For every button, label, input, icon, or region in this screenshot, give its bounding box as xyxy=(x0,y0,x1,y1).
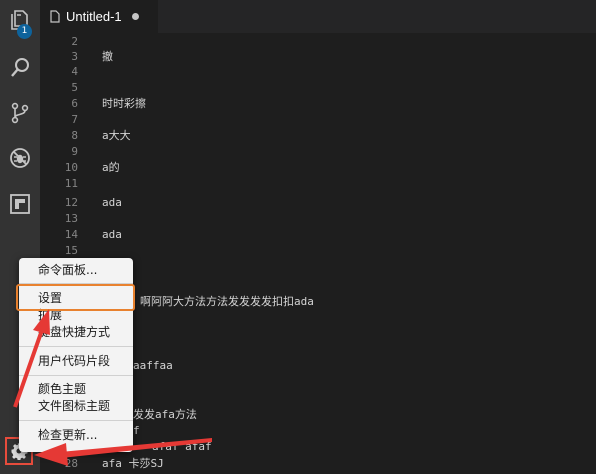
source-control-button[interactable] xyxy=(0,93,40,133)
explorer-button[interactable]: 1 xyxy=(0,0,40,40)
line-number: 11 xyxy=(64,177,78,190)
editor-line: 28 afa 卡莎SJ xyxy=(40,455,596,473)
debug-button[interactable] xyxy=(0,138,40,178)
menu-item-command-palette[interactable]: 命令面板... xyxy=(38,262,97,278)
menu-item-color-theme[interactable]: 颜色主题 xyxy=(38,381,86,397)
tab-title: Untitled-1 xyxy=(66,9,122,24)
extensions-icon xyxy=(10,194,30,214)
file-icon xyxy=(50,10,60,23)
menu-item-check-updates[interactable]: 检查更新... xyxy=(38,427,97,443)
menu-item-file-icon-theme[interactable]: 文件图标主题 xyxy=(38,398,110,414)
unsaved-dot-icon[interactable] xyxy=(131,13,139,20)
menu-item-user-snippets[interactable]: 用户代码片段 xyxy=(38,353,110,369)
search-button[interactable] xyxy=(0,48,40,88)
line-text: afaf afaf xyxy=(152,440,212,453)
debug-icon xyxy=(10,148,30,168)
menu-separator xyxy=(19,375,133,376)
tab-bar: Untitled-1 xyxy=(40,0,596,33)
settings-highlight-box xyxy=(16,284,135,311)
search-icon xyxy=(11,58,29,77)
editor-line: 11 xyxy=(40,175,596,193)
menu-separator xyxy=(19,420,133,421)
source-control-icon xyxy=(11,102,29,124)
extensions-button[interactable] xyxy=(0,184,40,224)
menu-item-keyboard-shortcuts[interactable]: 键盘快捷方式 xyxy=(38,324,110,340)
line-number: 28 xyxy=(64,457,78,470)
line-text: aaffaa xyxy=(133,359,173,372)
explorer-badge: 1 xyxy=(17,24,32,39)
menu-separator xyxy=(19,346,133,347)
tab-untitled-1[interactable]: Untitled-1 xyxy=(40,0,158,33)
line-text: 啊阿阿大方法方法发发发发扣扣ada xyxy=(140,295,314,308)
line-text: afa 卡莎SJ xyxy=(102,457,164,470)
